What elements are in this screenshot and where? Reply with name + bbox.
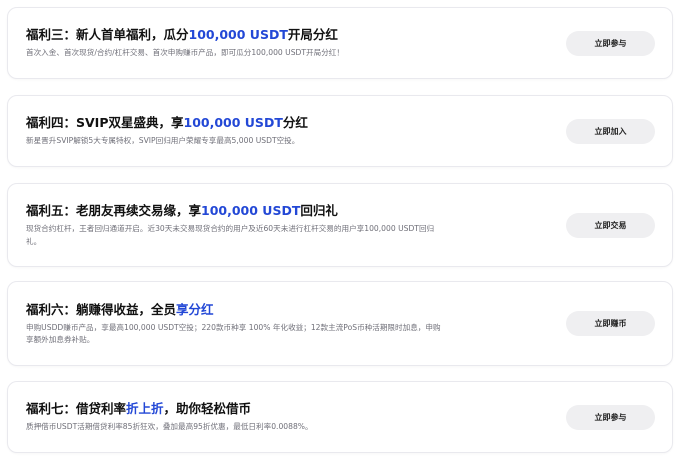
title-text: 福利七：借贷利率 [26,401,127,417]
card-content: 福利五：老朋友再续交易缘，享100,000 USDT回归礼 现货合约杠杆，王者回… [26,184,446,266]
benefit-card-5: 福利五：老朋友再续交易缘，享100,000 USDT回归礼 现货合约杠杆，王者回… [7,183,673,267]
title-suffix: 开局分红 [287,27,338,43]
trade-now-button[interactable]: 立即交易 [566,212,655,238]
earn-now-button[interactable]: 立即赚币 [566,311,655,336]
card-content: 福利三：新人首单福利，瓜分100,000 USDT开局分红 首次入金、首次现货/… [26,8,446,78]
card-content: 福利七：借贷利率折上折，助你轻松借币 质押借币USDT活期借贷利率85折狂欢，叠… [26,382,446,452]
card-content: 福利六：躺赚得收益，全员享分红 申购USDD赚币产品，享最高100,000 US… [26,282,446,365]
title-highlight: 100,000 USDT [188,27,288,43]
title-highlight: 100,000 USDT [183,115,283,131]
title-suffix: 回归礼 [300,203,338,218]
title-text: 福利三：新人首单福利，瓜分 [26,27,189,43]
card-title: 福利七：借贷利率折上折，助你轻松借币 [26,400,446,418]
benefit-card-6: 福利六：躺赚得收益，全员享分红 申购USDD赚币产品，享最高100,000 US… [7,281,673,366]
title-text: 福利四：SVIP双星盛典，享 [26,115,184,131]
card-description: 质押借币USDT活期借贷利率85折狂欢，叠加最高95折优惠，最低日利率0.008… [26,422,313,432]
title-suffix: 分红 [282,115,308,131]
title-text: 福利六：躺赚得收益，全员 [26,301,177,317]
card-description: 现货合约杠杆，王者回归通道开启。近30天未交易现货合约的用户及近60天未进行杠杆… [26,224,435,246]
benefit-card-3: 福利三：新人首单福利，瓜分100,000 USDT开局分红 首次入金、首次现货/… [7,7,673,79]
card-content: 福利四：SVIP双星盛典，享100,000 USDT分红 新星晋升SVIP解锁5… [26,96,446,166]
title-highlight: 折上折 [126,401,164,417]
card-description: 新星晋升SVIP解锁5大专属特权，SVIP回归用户荣耀专享最高5,000 USD… [26,136,300,146]
card-title: 福利五：老朋友再续交易缘，享100,000 USDT回归礼 [26,202,446,220]
join-loan-button[interactable]: 立即参与 [566,404,655,430]
join-svip-button[interactable]: 立即加入 [566,118,655,144]
card-description: 申购USDD赚币产品，享最高100,000 USDT空投；220款币种享 100… [26,322,441,345]
title-highlight: 享分红 [176,301,214,317]
card-description: 首次入金、首次现货/合约/杠杆交易、首次申购赚币产品，即可瓜分100,000 U… [26,48,344,58]
card-title: 福利六：躺赚得收益，全员享分红 [26,301,446,319]
title-text: 福利五：老朋友再续交易缘，享 [26,203,202,218]
card-title: 福利四：SVIP双星盛典，享100,000 USDT分红 [26,114,446,132]
benefit-card-4: 福利四：SVIP双星盛典，享100,000 USDT分红 新星晋升SVIP解锁5… [7,95,673,167]
benefit-card-7: 福利七：借贷利率折上折，助你轻松借币 质押借币USDT活期借贷利率85折狂欢，叠… [7,381,673,453]
join-now-button[interactable]: 立即参与 [566,30,655,56]
card-title: 福利三：新人首单福利，瓜分100,000 USDT开局分红 [26,26,446,44]
benefits-list: 福利三：新人首单福利，瓜分100,000 USDT开局分红 首次入金、首次现货/… [0,0,680,462]
title-highlight: 100,000 USDT [201,203,301,218]
title-suffix: ，助你轻松借币 [163,401,252,417]
